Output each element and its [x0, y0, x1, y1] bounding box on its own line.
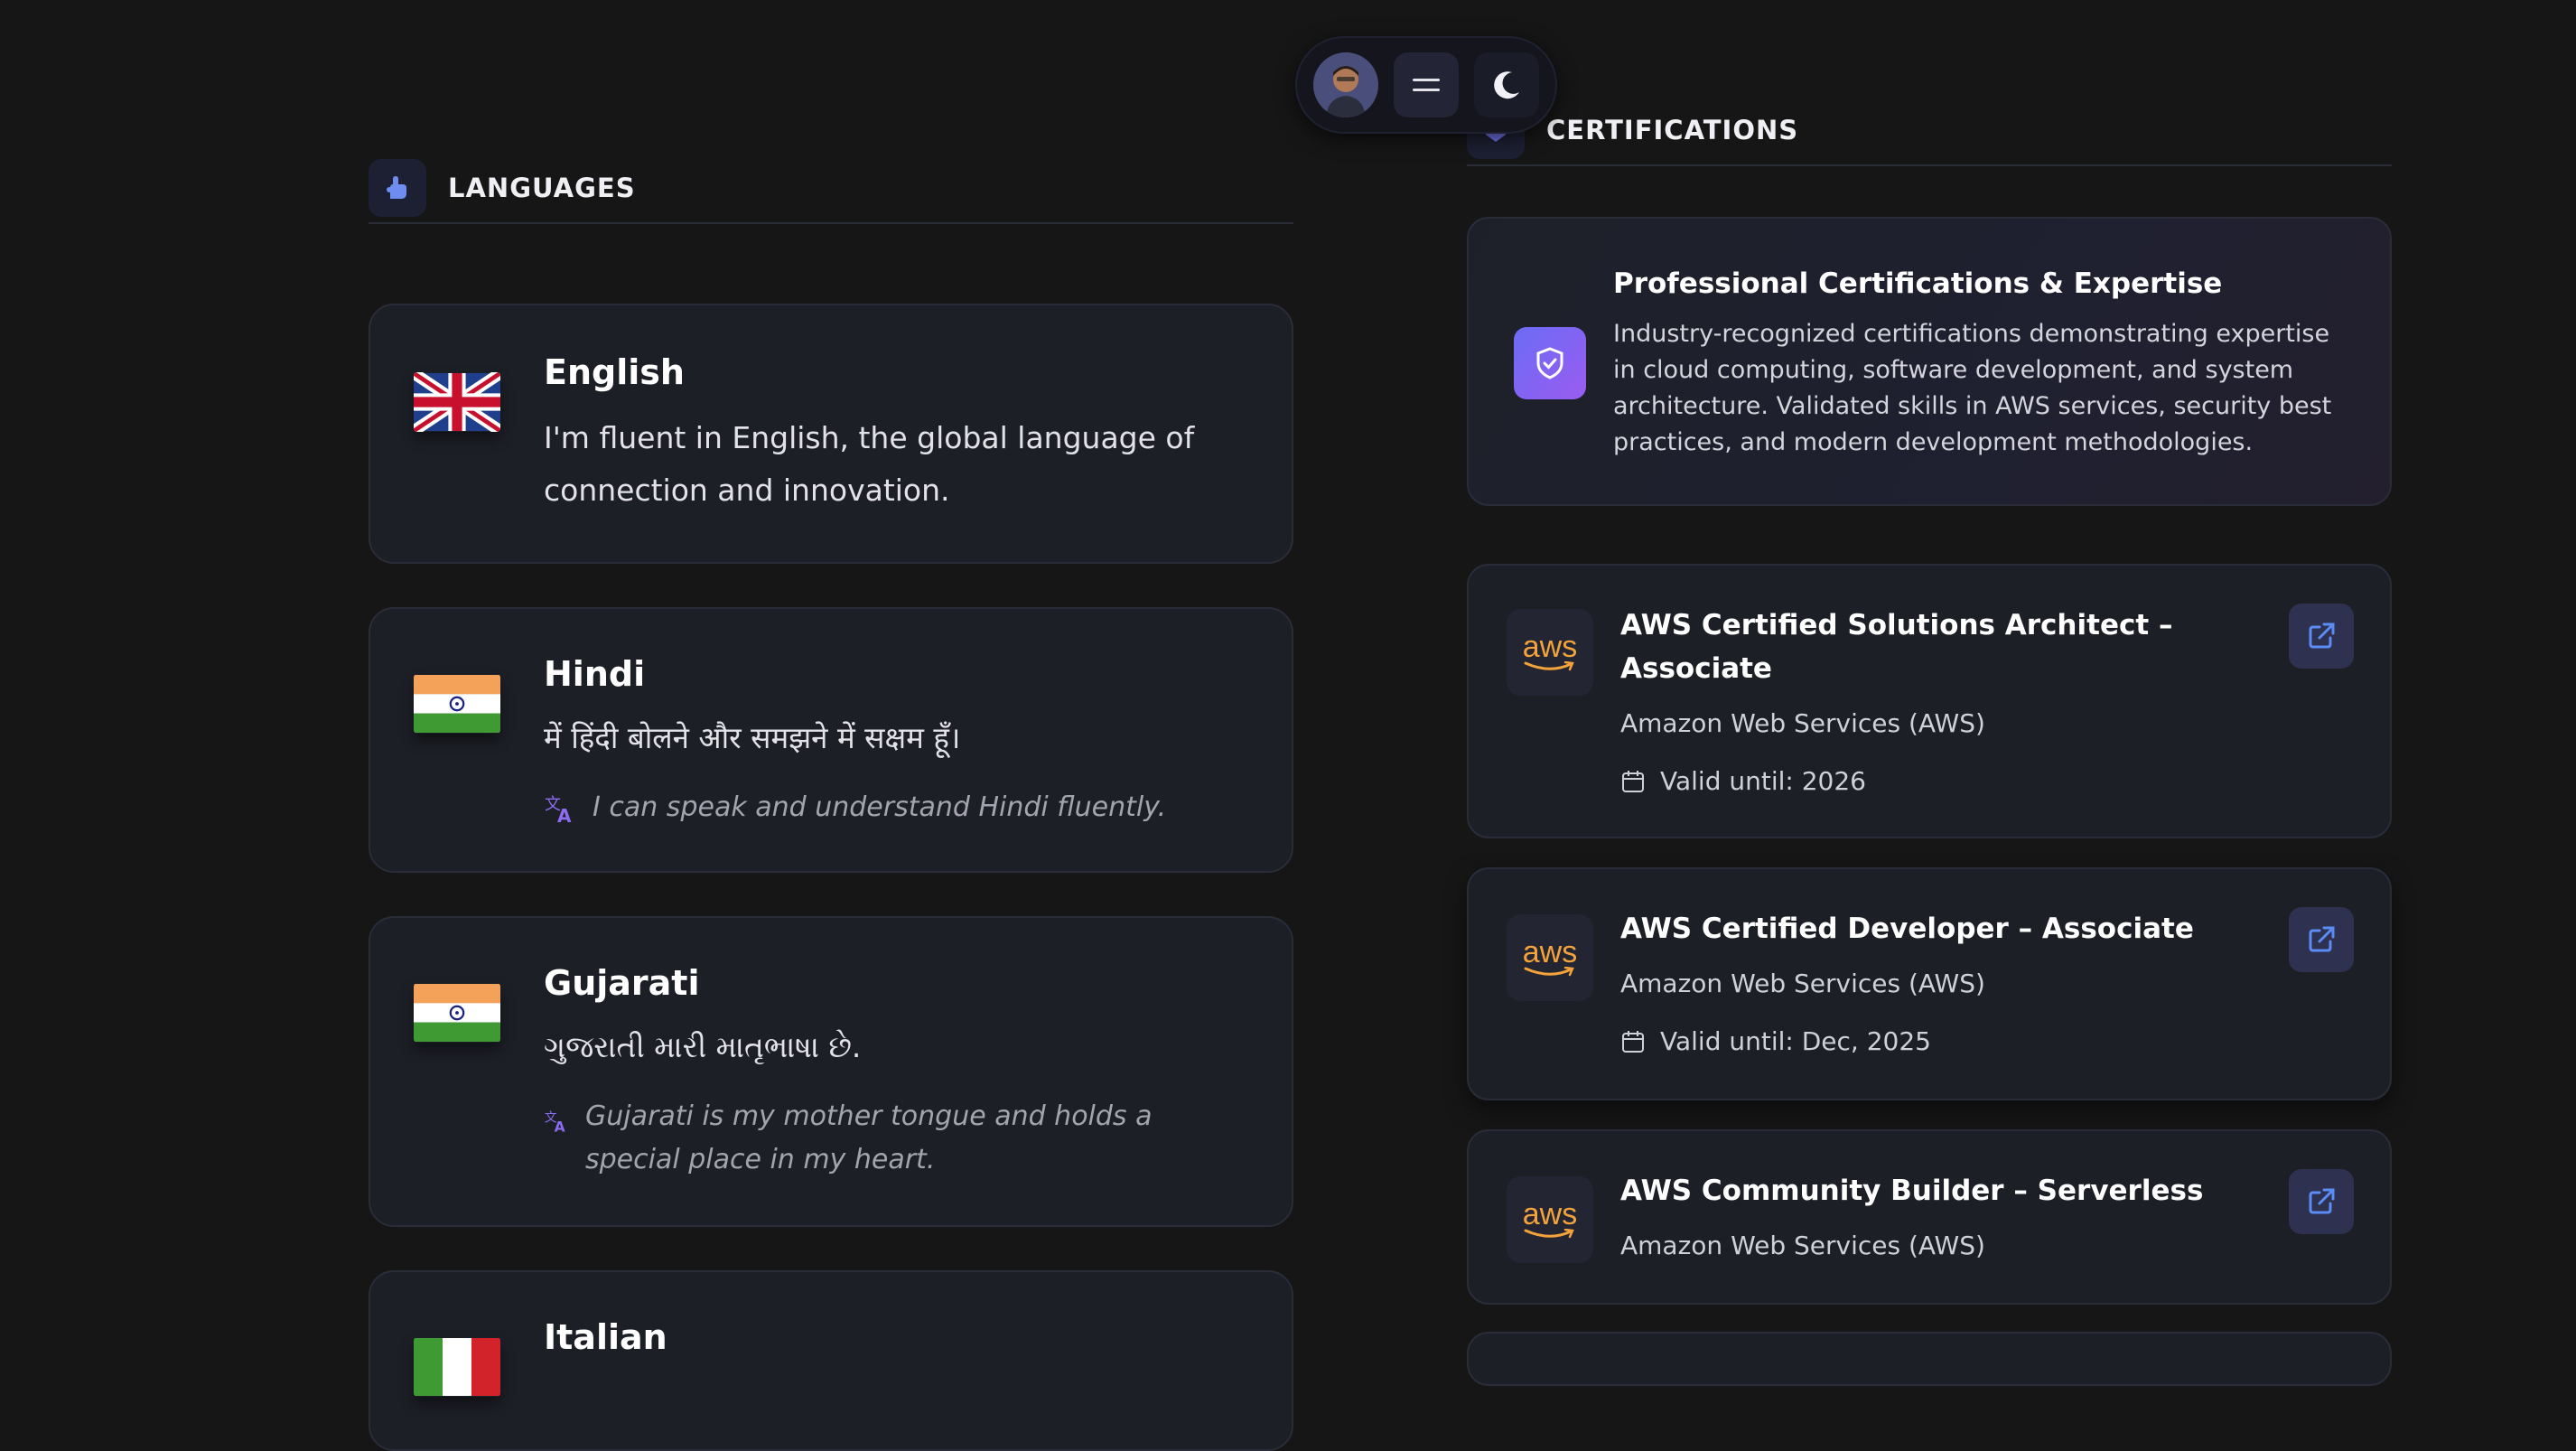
aws-logo: aws — [1507, 609, 1593, 696]
certification-title: AWS Certified Developer – Associate — [1620, 913, 2194, 945]
certification-card — [1467, 1332, 2392, 1386]
language-card-hindi: Hindi में हिंदी बोलने और समझने में सक्षम… — [369, 607, 1293, 873]
italy-flag-icon — [414, 1337, 500, 1397]
language-card-italian: Italian — [369, 1270, 1293, 1451]
language-description: ગુજરાતી મારી માતૃભાષા છે. — [544, 1029, 862, 1064]
language-description: में हिंदी बोलने और समझने में सक्षम हूँ। — [544, 720, 961, 755]
aws-logo: aws — [1507, 1176, 1593, 1263]
calendar-icon — [1622, 1030, 1644, 1053]
certification-issuer: Amazon Web Services (AWS) — [1620, 708, 1985, 738]
translation-text: I can speak and understand Hindi fluentl… — [593, 791, 1167, 823]
svg-text:A: A — [557, 805, 572, 824]
validity-text: Valid until: Dec, 2025 — [1660, 1026, 1931, 1056]
language-name: Hindi — [544, 654, 646, 694]
languages-title: LANGUAGES — [448, 173, 636, 203]
language-description: I'm fluent in English, the global langua… — [544, 420, 1195, 508]
certification-card: aws AWS Certified Solutions Architect – … — [1467, 564, 2392, 838]
top-nav — [1295, 36, 1557, 134]
translate-icon: 文 A — [545, 795, 572, 824]
certification-issuer: Amazon Web Services (AWS) — [1620, 969, 1985, 998]
languages-header: LANGUAGES — [369, 159, 1293, 224]
avatar[interactable] — [1313, 52, 1379, 117]
language-card-english: English I'm fluent in English, the globa… — [369, 304, 1293, 564]
translation-row: 文 A Gujarati is my mother tongue and hol… — [544, 1095, 1266, 1182]
menu-icon — [1412, 79, 1440, 91]
moon-icon — [1493, 71, 1519, 99]
language-card-gujarati: Gujarati ગુજરાતી મારી માતૃભાષા છે. 文 A G… — [369, 916, 1293, 1227]
calendar-icon — [1622, 770, 1644, 792]
india-flag-icon — [414, 674, 500, 734]
theme-toggle-button[interactable] — [1473, 52, 1539, 117]
svg-text:A: A — [555, 1119, 565, 1133]
summary-description: Industry-recognized certifications demon… — [1613, 320, 2332, 456]
aws-logo: aws — [1507, 914, 1593, 1001]
certifications-header: CERTIFICATIONS — [1467, 99, 2392, 166]
aws-smile-icon — [1524, 661, 1574, 671]
aws-logo-text: aws — [1522, 935, 1578, 969]
certifications-title: CERTIFICATIONS — [1546, 115, 1799, 145]
language-name: Italian — [544, 1317, 667, 1357]
certification-title: AWS Certified Solutions Architect – Asso… — [1620, 609, 2173, 685]
external-link-icon — [2309, 623, 2335, 649]
certifications-summary-card: Professional Certifications & Expertise … — [1467, 217, 2392, 506]
aws-logo-text: aws — [1522, 1197, 1578, 1231]
menu-button[interactable] — [1393, 52, 1459, 117]
translate-icon: 文 A — [545, 1111, 565, 1133]
summary-title: Professional Certifications & Expertise — [1613, 267, 2223, 300]
hand-icon — [369, 159, 426, 217]
translation-text: Gujarati is my mother tongue and holds a… — [585, 1100, 1153, 1175]
aws-smile-icon — [1524, 967, 1574, 977]
external-link-icon — [2309, 926, 2335, 952]
aws-smile-icon — [1524, 1229, 1574, 1239]
external-link-icon — [2309, 1188, 2335, 1214]
certification-card: aws AWS Certified Developer – Associate … — [1467, 867, 2392, 1100]
language-name: Gujarati — [544, 963, 700, 1003]
certification-issuer: Amazon Web Services (AWS) — [1620, 1231, 1985, 1260]
language-name: English — [544, 352, 685, 392]
certification-card: aws AWS Community Builder – Serverless A… — [1467, 1129, 2392, 1305]
external-link-button[interactable] — [2289, 1169, 2354, 1234]
external-link-button[interactable] — [2289, 604, 2354, 669]
shield-check-icon — [1514, 327, 1586, 399]
translation-row: 文 A I can speak and understand Hindi flu… — [544, 786, 1266, 829]
validity-text: Valid until: 2026 — [1660, 766, 1866, 796]
external-link-button[interactable] — [2289, 907, 2354, 972]
india-flag-icon — [414, 983, 500, 1043]
certification-validity: Valid until: Dec, 2025 — [1620, 1026, 1931, 1056]
avatar-image — [1313, 52, 1379, 117]
certification-title: AWS Community Builder – Serverless — [1620, 1175, 2204, 1207]
aws-logo-text: aws — [1522, 630, 1578, 664]
certification-validity: Valid until: 2026 — [1620, 766, 1866, 796]
uk-flag-icon — [414, 372, 500, 432]
